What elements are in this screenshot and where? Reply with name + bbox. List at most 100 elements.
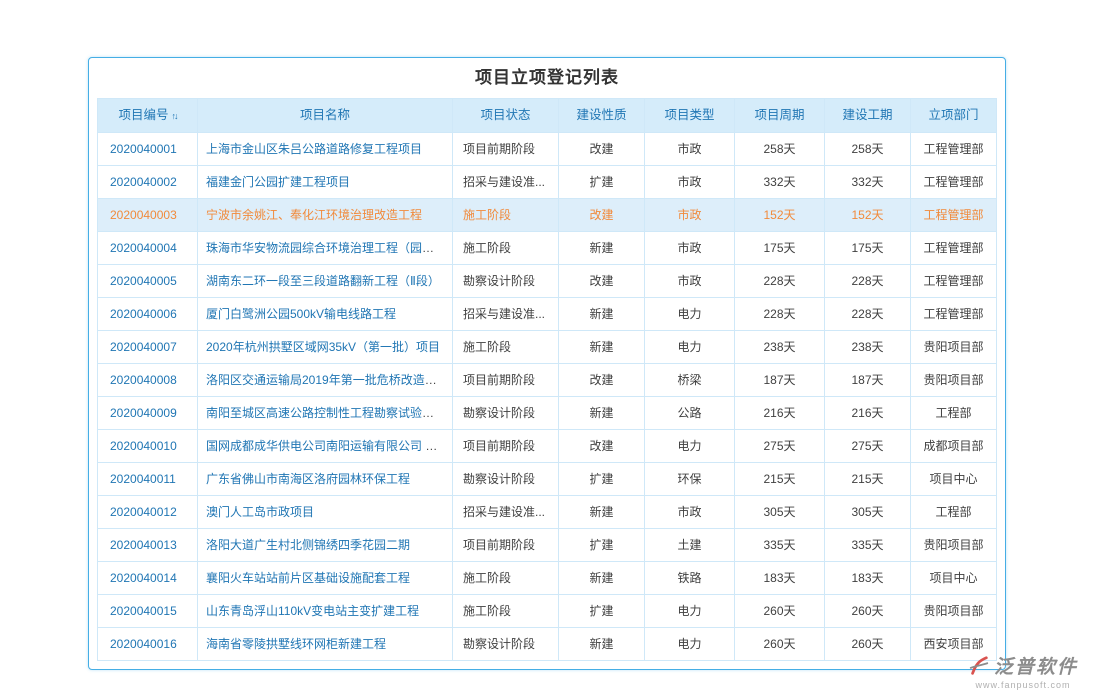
table-row[interactable]: 2020040006厦门白鹭洲公园500kV输电线路工程招采与建设准...新建电… xyxy=(98,297,997,330)
table-row[interactable]: 2020040014襄阳火车站站前片区基础设施配套工程施工阶段新建铁路183天1… xyxy=(98,561,997,594)
table-row[interactable]: 2020040008洛阳区交通运输局2019年第一批危桥改造工程...项目前期阶… xyxy=(98,363,997,396)
project-code-link[interactable]: 2020040001 xyxy=(110,142,177,156)
project-name-link[interactable]: 山东青岛浮山110kV变电站主变扩建工程 xyxy=(206,604,419,618)
cell-name: 襄阳火车站站前片区基础设施配套工程 xyxy=(198,561,453,594)
cell-name: 湖南东二环一段至三段道路翻新工程（Ⅱ段） xyxy=(198,264,453,297)
project-name-link[interactable]: 珠海市华安物流园综合环境治理工程（园区道... xyxy=(206,241,453,255)
cell-name: 2020年杭州拱墅区域网35kV（第一批）项目 xyxy=(198,330,453,363)
cell-dept: 工程管理部 xyxy=(911,264,997,297)
project-code-link[interactable]: 2020040014 xyxy=(110,571,177,585)
cell-cycle: 275天 xyxy=(735,429,825,462)
cell-code: 2020040004 xyxy=(98,231,198,264)
project-code-link[interactable]: 2020040008 xyxy=(110,373,177,387)
table-row[interactable]: 2020040012澳门人工岛市政项目招采与建设准...新建市政305天305天… xyxy=(98,495,997,528)
table-row[interactable]: 2020040011广东省佛山市南海区洛府园林环保工程勘察设计阶段扩建环保215… xyxy=(98,462,997,495)
cell-status: 招采与建设准... xyxy=(453,165,559,198)
cell-type: 土建 xyxy=(645,528,735,561)
cell-dept: 贵阳项目部 xyxy=(911,594,997,627)
cell-cycle: 260天 xyxy=(735,594,825,627)
table-row[interactable]: 2020040002福建金门公园扩建工程项目招采与建设准...扩建市政332天3… xyxy=(98,165,997,198)
column-header-cycle: 项目周期 xyxy=(735,99,825,133)
project-name-link[interactable]: 2020年杭州拱墅区域网35kV（第一批）项目 xyxy=(206,340,440,354)
table-row[interactable]: 2020040005湖南东二环一段至三段道路翻新工程（Ⅱ段）勘察设计阶段改建市政… xyxy=(98,264,997,297)
column-header-label: 建设性质 xyxy=(576,108,626,122)
cell-duration: 260天 xyxy=(825,627,911,660)
cell-code: 2020040006 xyxy=(98,297,198,330)
cell-type: 市政 xyxy=(645,165,735,198)
project-name-link[interactable]: 海南省零陵拱墅线环网柜新建工程 xyxy=(206,637,386,651)
cell-code: 2020040011 xyxy=(98,462,198,495)
sort-icon[interactable]: ↑↓ xyxy=(172,100,177,132)
project-code-link[interactable]: 2020040015 xyxy=(110,604,177,618)
table-row[interactable]: 2020040009南阳至城区高速公路控制性工程勘察试验段土...勘察设计阶段新… xyxy=(98,396,997,429)
column-header-code[interactable]: 项目编号↑↓ xyxy=(98,99,198,133)
cell-duration: 305天 xyxy=(825,495,911,528)
cell-cycle: 152天 xyxy=(735,198,825,231)
project-name-link[interactable]: 福建金门公园扩建工程项目 xyxy=(206,175,350,189)
cell-dept: 工程部 xyxy=(911,495,997,528)
footer-brand: 泛普软件 www.fanpusoft.com xyxy=(968,652,1078,690)
brand-url[interactable]: www.fanpusoft.com xyxy=(968,680,1078,690)
project-code-link[interactable]: 2020040006 xyxy=(110,307,177,321)
project-code-link[interactable]: 2020040011 xyxy=(110,472,176,486)
project-name-link[interactable]: 宁波市余姚江、奉化江环境治理改造工程 xyxy=(206,208,422,222)
cell-name: 澳门人工岛市政项目 xyxy=(198,495,453,528)
cell-cycle: 187天 xyxy=(735,363,825,396)
project-code-link[interactable]: 2020040013 xyxy=(110,538,177,552)
cell-status: 施工阶段 xyxy=(453,594,559,627)
table-row[interactable]: 2020040004珠海市华安物流园综合环境治理工程（园区道...施工阶段新建市… xyxy=(98,231,997,264)
project-code-link[interactable]: 2020040009 xyxy=(110,406,177,420)
cell-dept: 贵阳项目部 xyxy=(911,363,997,396)
project-code-link[interactable]: 2020040010 xyxy=(110,439,177,453)
project-name-link[interactable]: 澳门人工岛市政项目 xyxy=(206,505,314,519)
cell-nature: 新建 xyxy=(559,561,645,594)
cell-nature: 新建 xyxy=(559,495,645,528)
table-row[interactable]: 2020040013洛阳大道广生村北侧锦绣四季花园二期项目前期阶段扩建土建335… xyxy=(98,528,997,561)
cell-name: 宁波市余姚江、奉化江环境治理改造工程 xyxy=(198,198,453,231)
cell-cycle: 335天 xyxy=(735,528,825,561)
cell-cycle: 183天 xyxy=(735,561,825,594)
project-code-link[interactable]: 2020040002 xyxy=(110,175,177,189)
project-name-link[interactable]: 洛阳大道广生村北侧锦绣四季花园二期 xyxy=(206,538,410,552)
project-code-link[interactable]: 2020040007 xyxy=(110,340,177,354)
project-code-link[interactable]: 2020040004 xyxy=(110,241,177,255)
project-code-link[interactable]: 2020040003 xyxy=(110,208,177,222)
cell-code: 2020040016 xyxy=(98,627,198,660)
cell-nature: 改建 xyxy=(559,363,645,396)
project-name-link[interactable]: 湖南东二环一段至三段道路翻新工程（Ⅱ段） xyxy=(206,274,440,288)
project-code-link[interactable]: 2020040012 xyxy=(110,505,177,519)
cell-name: 上海市金山区朱吕公路道路修复工程项目 xyxy=(198,132,453,165)
project-name-link[interactable]: 洛阳区交通运输局2019年第一批危桥改造工程... xyxy=(206,373,453,387)
project-name-link[interactable]: 国网成都成华供电公司南阳运输有限公司 （三... xyxy=(206,439,453,453)
cell-name: 山东青岛浮山110kV变电站主变扩建工程 xyxy=(198,594,453,627)
cell-cycle: 215天 xyxy=(735,462,825,495)
cell-nature: 新建 xyxy=(559,297,645,330)
table-row[interactable]: 2020040016海南省零陵拱墅线环网柜新建工程勘察设计阶段新建电力260天2… xyxy=(98,627,997,660)
cell-dept: 项目中心 xyxy=(911,462,997,495)
project-code-link[interactable]: 2020040005 xyxy=(110,274,177,288)
cell-code: 2020040013 xyxy=(98,528,198,561)
project-name-link[interactable]: 广东省佛山市南海区洛府园林环保工程 xyxy=(206,472,410,486)
project-name-link[interactable]: 上海市金山区朱吕公路道路修复工程项目 xyxy=(206,142,422,156)
cell-status: 施工阶段 xyxy=(453,330,559,363)
cell-nature: 改建 xyxy=(559,429,645,462)
column-header-label: 项目状态 xyxy=(480,108,530,122)
cell-name: 海南省零陵拱墅线环网柜新建工程 xyxy=(198,627,453,660)
table-row[interactable]: 2020040001上海市金山区朱吕公路道路修复工程项目项目前期阶段改建市政25… xyxy=(98,132,997,165)
cell-duration: 228天 xyxy=(825,264,911,297)
cell-nature: 新建 xyxy=(559,330,645,363)
table-row[interactable]: 2020040003宁波市余姚江、奉化江环境治理改造工程施工阶段改建市政152天… xyxy=(98,198,997,231)
cell-status: 勘察设计阶段 xyxy=(453,462,559,495)
table-row[interactable]: 2020040015山东青岛浮山110kV变电站主变扩建工程施工阶段扩建电力26… xyxy=(98,594,997,627)
cell-name: 洛阳大道广生村北侧锦绣四季花园二期 xyxy=(198,528,453,561)
fanpu-logo-icon xyxy=(968,655,990,677)
project-name-link[interactable]: 襄阳火车站站前片区基础设施配套工程 xyxy=(206,571,410,585)
table-row[interactable]: 2020040010国网成都成华供电公司南阳运输有限公司 （三...项目前期阶段… xyxy=(98,429,997,462)
column-header-duration: 建设工期 xyxy=(825,99,911,133)
project-code-link[interactable]: 2020040016 xyxy=(110,637,177,651)
project-name-link[interactable]: 厦门白鹭洲公园500kV输电线路工程 xyxy=(206,307,396,321)
cell-status: 招采与建设准... xyxy=(453,495,559,528)
table-row[interactable]: 20200400072020年杭州拱墅区域网35kV（第一批）项目施工阶段新建电… xyxy=(98,330,997,363)
cell-cycle: 305天 xyxy=(735,495,825,528)
project-name-link[interactable]: 南阳至城区高速公路控制性工程勘察试验段土... xyxy=(206,406,453,420)
